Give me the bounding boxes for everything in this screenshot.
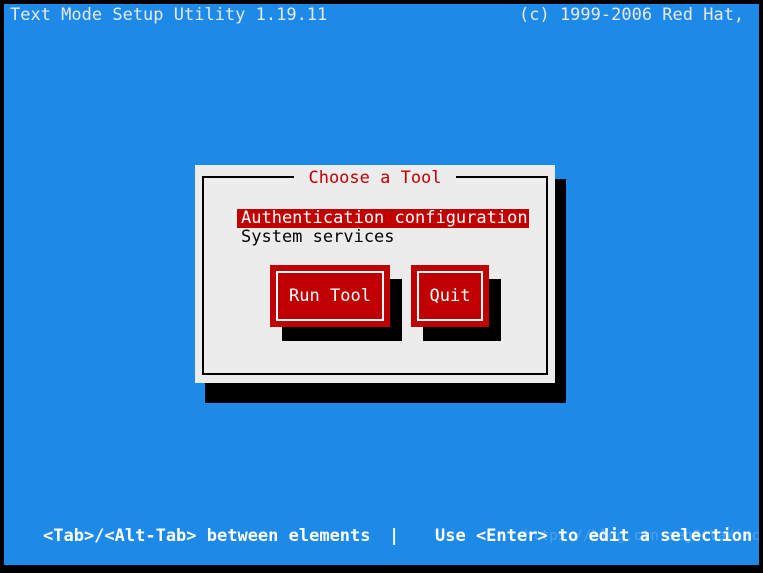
dialog-button-row: Run Tool Quit [195, 265, 555, 355]
status-separator: | [389, 526, 400, 546]
run-tool-button-inner-border: Run Tool [276, 271, 384, 321]
run-tool-button-label: Run Tool [289, 286, 371, 306]
quit-button-inner-border: Quit [417, 271, 483, 321]
quit-button[interactable]: Quit [411, 265, 489, 327]
list-item-system-services[interactable]: System services [237, 228, 529, 247]
run-tool-button-wrap: Run Tool [270, 265, 402, 341]
tool-list[interactable]: Authentication configuration System serv… [237, 209, 529, 247]
dialog-title-text: Choose a Tool [294, 168, 456, 188]
dialog-title-bar: Choose a Tool [195, 168, 555, 188]
quit-button-label: Quit [429, 286, 471, 306]
status-hint-navigation: <Tab>/<Alt-Tab> between elements [43, 526, 371, 546]
copyright-notice: (c) 1999-2006 Red Hat, [519, 5, 745, 25]
utility-title: Text Mode Setup Utility 1.19.11 [10, 5, 328, 25]
console-background: Text Mode Setup Utility 1.19.11 (c) 1999… [4, 4, 759, 565]
list-item-authentication-configuration[interactable]: Authentication configuration [237, 209, 529, 228]
choose-a-tool-dialog: Choose a Tool Authentication configurati… [195, 165, 555, 383]
run-tool-button[interactable]: Run Tool [270, 265, 390, 327]
top-title-bar: Text Mode Setup Utility 1.19.11 (c) 1999… [4, 4, 759, 26]
status-bar: <Tab>/<Alt-Tab> between elements | Use <… [4, 525, 759, 547]
status-hint-enter: Use <Enter> to edit a selection [435, 526, 753, 546]
quit-button-wrap: Quit [411, 265, 501, 341]
list-item-label: System services [241, 227, 395, 247]
terminal-screen: Text Mode Setup Utility 1.19.11 (c) 1999… [0, 0, 763, 573]
list-item-label: Authentication configuration [241, 208, 528, 228]
